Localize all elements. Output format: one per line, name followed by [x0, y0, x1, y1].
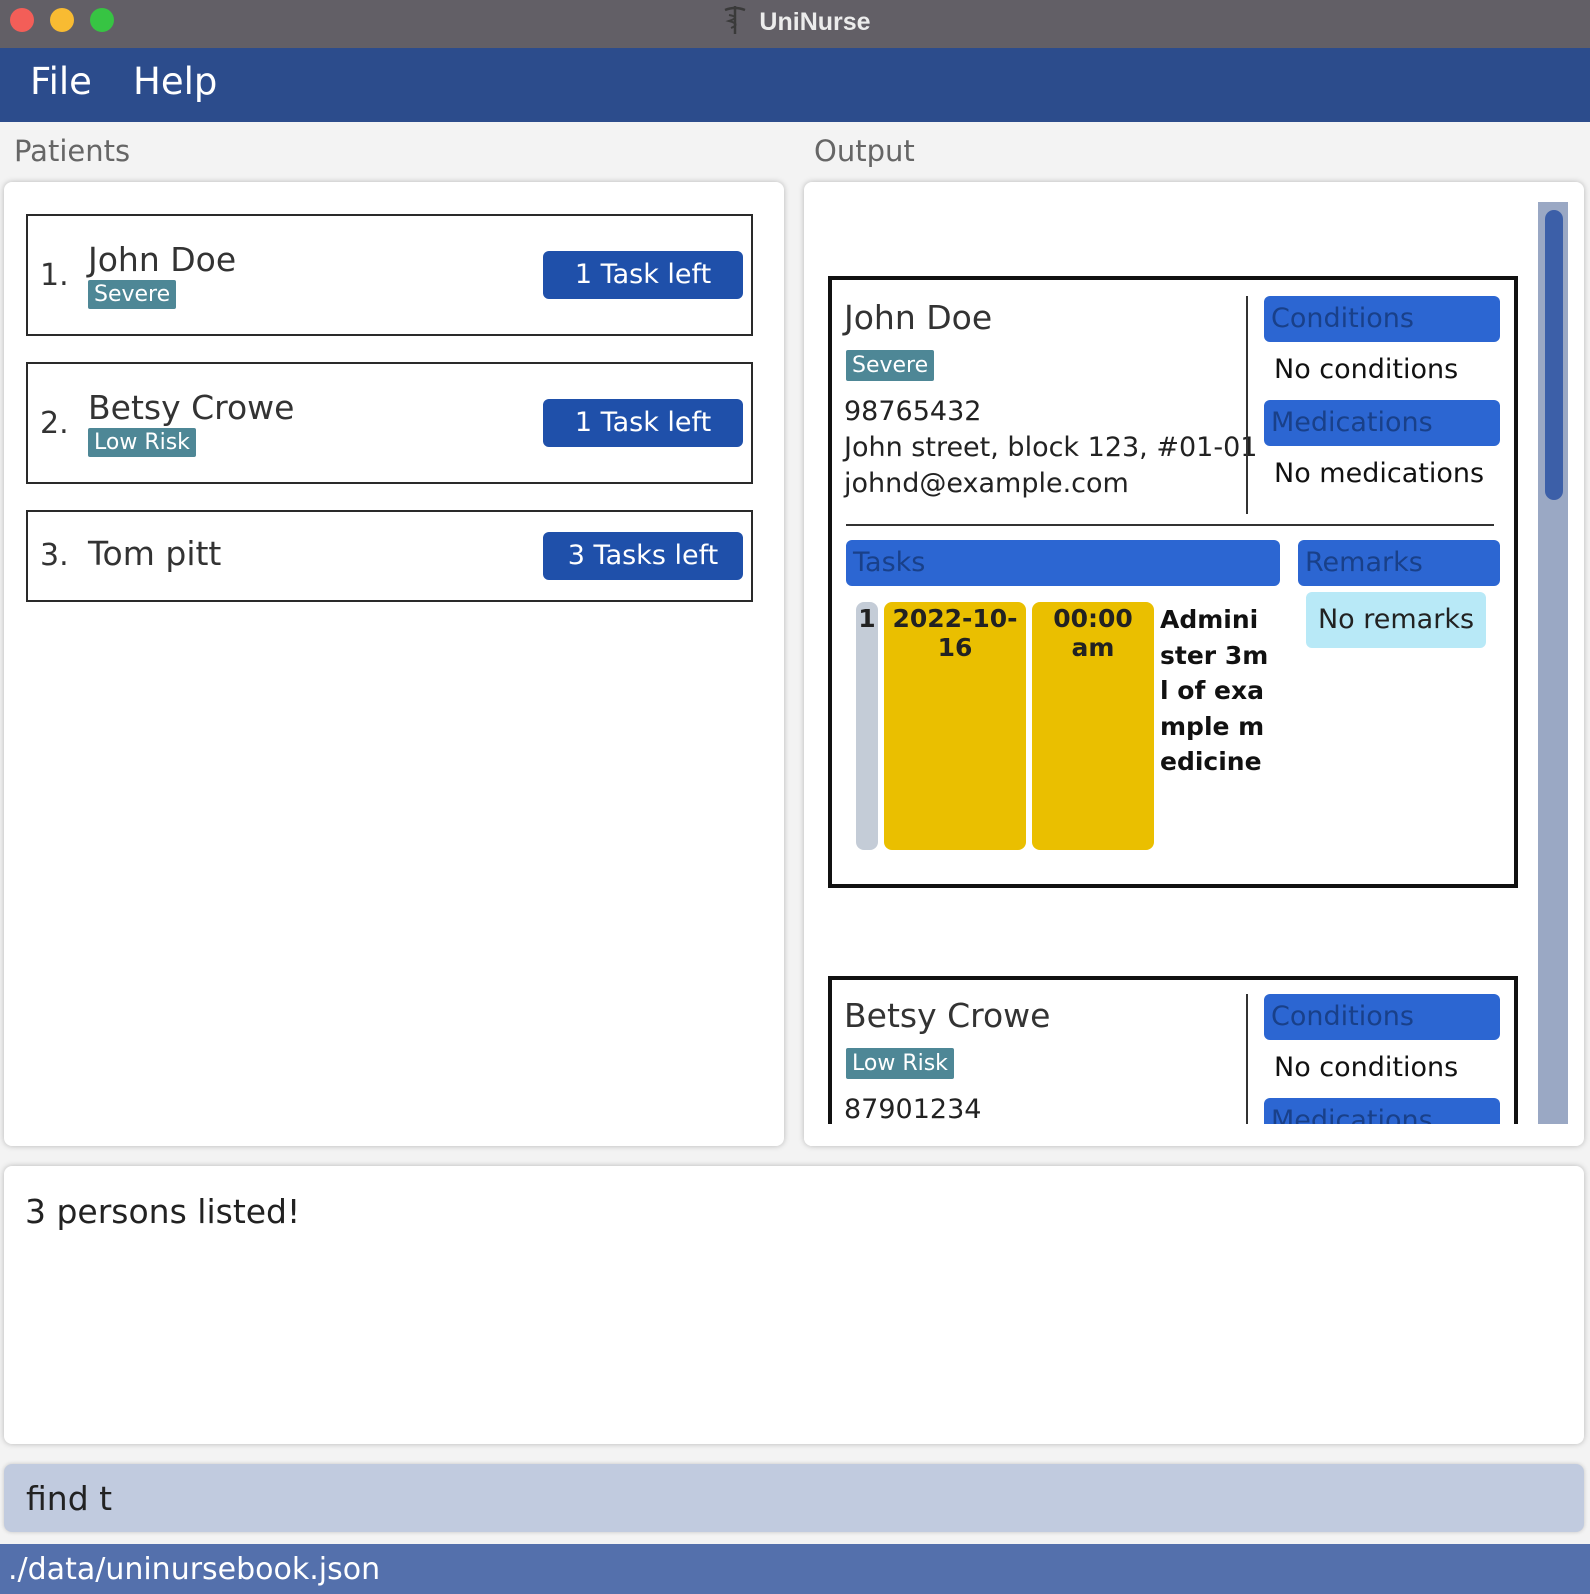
- medications-value: No medications: [1274, 458, 1485, 489]
- patient-name: Betsy Crowe: [88, 388, 295, 427]
- output-panel[interactable]: John Doe Severe 98765432 John street, bl…: [804, 182, 1584, 1146]
- detail-risk-tag: Low Risk: [846, 1048, 954, 1079]
- command-input[interactable]: [26, 1476, 1526, 1520]
- patient-card[interactable]: 2. Betsy Crowe Low Risk 1 Task left: [26, 362, 753, 484]
- window-title-text: UniNurse: [759, 8, 871, 36]
- task-time: 00:00 am: [1032, 602, 1154, 850]
- tasks-left-badge[interactable]: 3 Tasks left: [543, 532, 743, 580]
- conditions-header: Conditions: [1264, 296, 1500, 342]
- detail-divider: [1246, 994, 1248, 1134]
- remarks-value: No remarks: [1306, 592, 1486, 648]
- conditions-value: No conditions: [1274, 354, 1459, 385]
- patient-name: Tom pitt: [88, 534, 222, 573]
- detail-address: John street, block 123, #01-01: [844, 432, 1258, 463]
- conditions-value: No conditions: [1274, 1052, 1459, 1083]
- command-box[interactable]: [4, 1464, 1584, 1532]
- patient-card[interactable]: 1. John Doe Severe 1 Task left: [26, 214, 753, 336]
- menu-help[interactable]: Help: [133, 60, 217, 103]
- output-clip: [804, 1124, 1538, 1146]
- task-date: 2022-10-16: [884, 602, 1026, 850]
- detail-phone: 87901234: [844, 1094, 982, 1125]
- remarks-header: Remarks: [1298, 540, 1500, 586]
- menu-file[interactable]: File: [30, 60, 92, 103]
- patient-risk-tag: Low Risk: [88, 428, 196, 457]
- menu-bar: File Help: [0, 48, 1590, 122]
- patient-card[interactable]: 3. Tom pitt 3 Tasks left: [26, 510, 753, 602]
- window-title: UniNurse: [0, 4, 1590, 38]
- caduceus-icon: [719, 4, 751, 36]
- output-scrollbar[interactable]: [1538, 202, 1568, 1124]
- medications-header: Medications: [1264, 400, 1500, 446]
- result-display: 3 persons listed!: [4, 1166, 1584, 1444]
- detail-divider: [846, 524, 1494, 526]
- patient-index: 2.: [40, 406, 69, 441]
- patient-index: 1.: [40, 258, 69, 293]
- title-bar: UniNurse: [0, 0, 1590, 48]
- patient-risk-tag: Severe: [88, 280, 177, 309]
- tasks-left-badge[interactable]: 1 Task left: [543, 399, 743, 447]
- conditions-header: Conditions: [1264, 994, 1500, 1040]
- patient-detail-card: Betsy Crowe Low Risk 87901234 Conditions…: [828, 976, 1518, 1146]
- task-description: Administer 3ml of example medicine: [1160, 605, 1269, 776]
- storage-path: ./data/uninursebook.json: [8, 1552, 381, 1587]
- detail-divider: [1246, 296, 1248, 514]
- detail-phone: 98765432: [844, 396, 982, 427]
- patient-name: John Doe: [88, 240, 237, 279]
- status-bar: ./data/uninursebook.json: [0, 1544, 1590, 1594]
- task-index: 1: [856, 602, 878, 850]
- tasks-left-badge[interactable]: 1 Task left: [543, 251, 743, 299]
- detail-patient-name: John Doe: [844, 298, 993, 337]
- output-label: Output: [814, 134, 915, 168]
- detail-patient-name: Betsy Crowe: [844, 996, 1051, 1035]
- patient-list-panel: 1. John Doe Severe 1 Task left 2. Betsy …: [4, 182, 784, 1146]
- detail-email: johnd@example.com: [844, 468, 1129, 499]
- result-message: 3 persons listed!: [25, 1192, 301, 1231]
- tasks-header: Tasks: [846, 540, 1280, 586]
- patient-index: 3.: [40, 538, 69, 573]
- patients-label: Patients: [14, 134, 131, 168]
- scrollbar-thumb[interactable]: [1545, 210, 1563, 500]
- patient-detail-card: John Doe Severe 98765432 John street, bl…: [828, 276, 1518, 888]
- detail-risk-tag: Severe: [846, 350, 935, 381]
